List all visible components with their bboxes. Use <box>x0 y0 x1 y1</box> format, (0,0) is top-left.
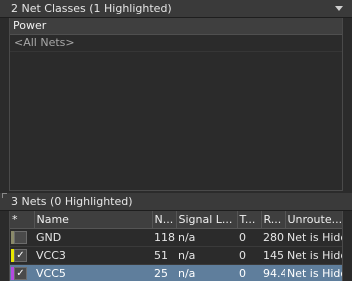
col-header-t[interactable]: T... <box>237 211 262 229</box>
net-node-count: 51 <box>152 246 176 265</box>
col-header-unrouted[interactable]: Unroute... <box>285 211 342 229</box>
net-node-count: 118 <box>152 228 176 247</box>
net-unrouted: Net is Hidd <box>285 264 342 281</box>
net-routed-length: 94.4 <box>261 264 285 281</box>
net-signal-length: n/a <box>176 228 237 247</box>
nets-table-container: * Name N... Signal L... T... R... Unrout… <box>9 211 343 281</box>
net-unrouted: Net is Hidd <box>285 246 342 265</box>
net-t: 0 <box>237 228 261 247</box>
nets-header: 3 Nets (0 Highlighted) <box>0 193 352 211</box>
net-routed-length: 145. <box>261 246 285 265</box>
nets-table: * Name N... Signal L... T... R... Unrout… <box>10 211 342 281</box>
net-classes-header: 2 Net Classes (1 Highlighted) <box>0 0 352 18</box>
col-header-name[interactable]: Name <box>34 211 153 229</box>
net-visibility-cell[interactable]: ✓ <box>10 264 34 281</box>
nets-table-header: * Name N... Signal L... T... R... Unrout… <box>10 211 342 229</box>
net-visibility-cell[interactable]: ✓ <box>10 246 34 265</box>
net-routed-length: 280. <box>261 228 285 247</box>
net-signal-length: n/a <box>176 246 237 265</box>
col-header-routed-length[interactable]: R... <box>261 211 286 229</box>
net-name: VCC5 <box>34 264 152 281</box>
net-t: 0 <box>237 246 261 265</box>
resize-grip-icon <box>2 193 7 198</box>
col-header-node-count[interactable]: N... <box>152 211 177 229</box>
nets-title: 3 Nets (0 Highlighted) <box>11 195 133 208</box>
chevron-down-icon[interactable] <box>335 6 343 11</box>
net-name: GND <box>34 228 152 247</box>
net-unrouted: Net is Hidd <box>285 228 342 247</box>
net-row-vcc3[interactable]: ✓ VCC351n/a0145.Net is Hidd <box>10 246 342 265</box>
net-row-gnd[interactable]: GND118n/a0280.Net is Hidd <box>10 228 342 247</box>
checkbox-checked-icon[interactable]: ✓ <box>14 249 27 262</box>
net-classes-list: Power <All Nets> <box>9 18 343 191</box>
net-visibility-cell[interactable] <box>10 228 34 247</box>
checkbox-unchecked-icon[interactable] <box>14 231 27 244</box>
net-row-vcc5[interactable]: ✓ VCC525n/a094.4Net is Hidd <box>10 264 342 281</box>
net-signal-length: n/a <box>176 264 237 281</box>
net-name: VCC3 <box>34 246 152 265</box>
checkbox-checked-icon[interactable]: ✓ <box>14 267 27 280</box>
net-node-count: 25 <box>152 264 176 281</box>
net-class-row-all-nets[interactable]: <All Nets> <box>10 35 342 52</box>
col-header-signal-length[interactable]: Signal L... <box>176 211 238 229</box>
net-t: 0 <box>237 264 261 281</box>
net-class-column-header[interactable]: Power <box>10 18 342 35</box>
net-classes-title: 2 Net Classes (1 Highlighted) <box>11 2 172 15</box>
col-header-star[interactable]: * <box>10 211 35 229</box>
